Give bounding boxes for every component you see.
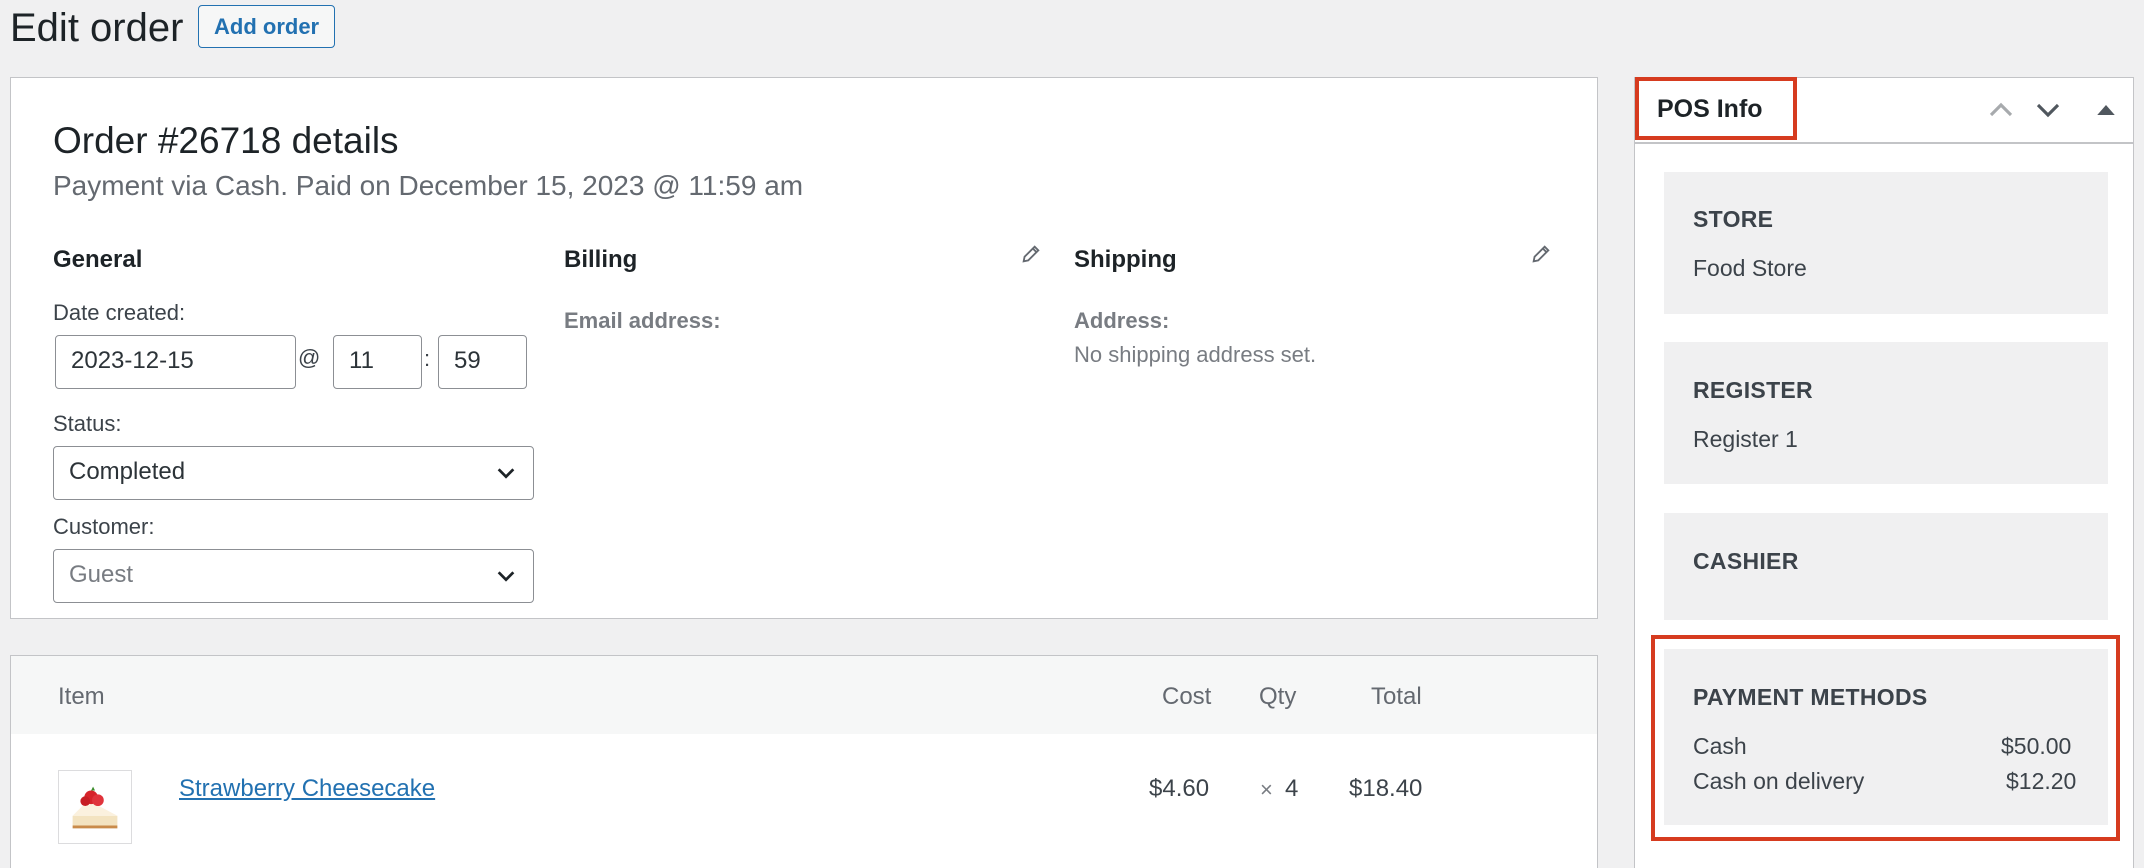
add-order-button[interactable]: Add order xyxy=(198,5,336,48)
status-select-value: Completed xyxy=(69,458,186,485)
item-qty: 4 xyxy=(1285,775,1299,802)
date-created-label: Date created: xyxy=(53,300,186,325)
date-created-input[interactable]: 2023-12-15 xyxy=(55,335,296,389)
register-heading: REGISTER xyxy=(1693,377,1813,403)
shipping-section-title: Shipping xyxy=(1074,246,1177,273)
time-colon: : xyxy=(424,346,431,371)
billing-email-label: Email address: xyxy=(564,308,721,333)
shipping-address-value: No shipping address set. xyxy=(1074,342,1317,367)
register-card xyxy=(1664,342,2108,484)
move-up-chevron-icon[interactable] xyxy=(1986,95,2016,125)
minute-input[interactable]: 59 xyxy=(438,335,527,389)
general-section-title: General xyxy=(53,246,143,273)
status-select[interactable]: Completed xyxy=(53,446,534,500)
edit-shipping-pencil-icon[interactable] xyxy=(1530,243,1552,265)
pos-header-divider xyxy=(1635,142,2133,144)
billing-section-title: Billing xyxy=(564,246,638,273)
col-total-header: Total xyxy=(1371,683,1422,710)
customer-label: Customer: xyxy=(53,514,155,539)
product-thumbnail[interactable] xyxy=(58,770,132,844)
item-cost: $4.60 xyxy=(1149,775,1210,802)
store-heading: STORE xyxy=(1693,206,1774,232)
pos-title-highlight xyxy=(1635,77,1797,140)
item-total: $18.40 xyxy=(1349,775,1423,802)
store-value: Food Store xyxy=(1693,255,1807,281)
cashier-heading: CASHIER xyxy=(1693,548,1799,574)
chevron-down-icon xyxy=(497,571,515,582)
product-name[interactable]: Strawberry Cheesecake xyxy=(179,775,435,802)
shipping-address-label: Address: xyxy=(1074,308,1170,333)
order-heading: Order #26718 details xyxy=(53,120,399,161)
store-card xyxy=(1664,172,2108,314)
move-down-chevron-icon[interactable] xyxy=(2033,95,2063,125)
col-cost-header: Cost xyxy=(1162,683,1212,710)
col-item-header: Item xyxy=(58,683,105,710)
customer-select-value: Guest xyxy=(69,561,134,588)
payment-info: Payment via Cash. Paid on December 15, 2… xyxy=(53,170,804,201)
register-value: Register 1 xyxy=(1693,426,1798,452)
cheesecake-image-icon xyxy=(72,786,118,829)
status-label: Status: xyxy=(53,411,122,436)
hour-input[interactable]: 11 xyxy=(333,335,422,389)
payment-methods-highlight xyxy=(1651,635,2120,841)
edit-billing-pencil-icon[interactable] xyxy=(1020,243,1042,265)
product-link[interactable]: Strawberry Cheesecake xyxy=(179,775,435,803)
items-table-header xyxy=(11,656,1597,734)
page-title: Edit order xyxy=(10,6,184,50)
chevron-down-icon xyxy=(497,468,515,479)
qty-multiplier: × xyxy=(1260,777,1273,802)
customer-select[interactable]: Guest xyxy=(53,549,534,603)
col-qty-header: Qty xyxy=(1259,683,1297,710)
collapse-toggle-icon[interactable] xyxy=(2091,95,2121,125)
at-separator: @ xyxy=(298,345,321,370)
